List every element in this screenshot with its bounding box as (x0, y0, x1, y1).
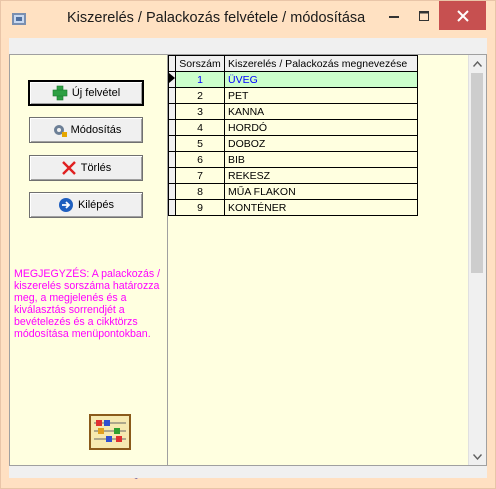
title-bar[interactable]: Kiszerelés / Palackozás felvétele / módo… (1, 1, 495, 38)
table-row[interactable]: 7 REKESZ (168, 167, 418, 184)
cell-name[interactable]: HORDÓ (224, 119, 418, 136)
row-pointer-icon (169, 73, 175, 83)
row-indicator (168, 151, 176, 168)
scroll-thumb[interactable] (471, 73, 483, 273)
delete-button[interactable]: Törlés (29, 155, 143, 181)
note-text: MEGJEGYZÉS: A palackozás / kiszerelés so… (14, 268, 161, 340)
table-row[interactable]: 5 DOBOZ (168, 135, 418, 152)
minimize-icon (389, 15, 399, 18)
chevron-down-icon (473, 453, 482, 460)
cell-num[interactable]: 6 (175, 151, 225, 168)
chevron-up-icon (473, 60, 482, 67)
cell-num[interactable]: 5 (175, 135, 225, 152)
row-indicator (168, 71, 176, 88)
table-row[interactable]: 3 KANNA (168, 103, 418, 120)
row-indicator (168, 199, 176, 216)
table-row[interactable]: 4 HORDÓ (168, 119, 418, 136)
row-indicator (168, 183, 176, 200)
scroll-down-button[interactable] (469, 448, 486, 465)
cell-num[interactable]: 3 (175, 103, 225, 120)
gear-icon (53, 125, 67, 137)
cell-name[interactable]: KANNA (224, 103, 418, 120)
minimize-button[interactable] (379, 1, 409, 30)
row-indicator-header (168, 55, 176, 72)
table-row[interactable]: 1 ÜVEG (168, 71, 418, 88)
column-header-name[interactable]: Kiszerelés / Palackozás megnevezése (224, 55, 418, 72)
status-bar (9, 466, 487, 478)
table-row[interactable]: 2 PET (168, 87, 418, 104)
app-icon (12, 13, 26, 25)
cell-num[interactable]: 7 (175, 167, 225, 184)
abacus-icon (89, 414, 131, 450)
table-row[interactable]: 9 KONTÉNER (168, 199, 418, 216)
new-item-button[interactable]: Új felvétel (28, 80, 144, 106)
row-indicator (168, 167, 176, 184)
maximize-icon (419, 10, 429, 21)
cell-name[interactable]: PET (224, 87, 418, 104)
red-x-icon (61, 161, 76, 175)
row-indicator (168, 87, 176, 104)
cell-num[interactable]: 8 (175, 183, 225, 200)
cell-name[interactable]: BIB (224, 151, 418, 168)
grid-header-row: Sorszám Kiszerelés / Palackozás megnevez… (168, 55, 418, 72)
cell-name[interactable]: DOBOZ (224, 135, 418, 152)
scroll-up-button[interactable] (469, 55, 486, 72)
cell-num[interactable]: 1 (175, 71, 225, 88)
column-header-sorszam[interactable]: Sorszám (175, 55, 225, 72)
window-title: Kiszerelés / Palackozás felvétele / módo… (67, 10, 366, 26)
exit-arrow-icon (58, 198, 73, 212)
table-row[interactable]: 6 BIB (168, 151, 418, 168)
grid-panel: Sorszám Kiszerelés / Palackozás megnevez… (167, 54, 487, 466)
exit-label: Kilépés (77, 199, 115, 211)
vertical-scrollbar[interactable] (468, 55, 486, 465)
delete-label: Törlés (80, 162, 112, 174)
row-indicator (168, 135, 176, 152)
row-indicator (168, 119, 176, 136)
new-item-label: Új felvétel (71, 87, 121, 99)
cell-name[interactable]: REKESZ (224, 167, 418, 184)
edit-label: Módosítás (70, 124, 122, 136)
cell-num[interactable]: 4 (175, 119, 225, 136)
client-area: Új felvétel Módosítás Törlés Kilépés MEG… (9, 38, 487, 480)
app-window: Kiszerelés / Palackozás felvétele / módo… (0, 0, 496, 489)
close-icon (456, 9, 469, 22)
exit-button[interactable]: Kilépés (29, 192, 143, 218)
data-grid: Sorszám Kiszerelés / Palackozás megnevez… (168, 55, 418, 216)
plus-icon (52, 85, 68, 101)
edit-button[interactable]: Módosítás (29, 117, 143, 143)
cell-num[interactable]: 2 (175, 87, 225, 104)
left-panel: Új felvétel Módosítás Törlés Kilépés MEG… (9, 54, 169, 480)
maximize-button[interactable] (409, 1, 439, 30)
close-button[interactable] (439, 1, 486, 30)
cell-name[interactable]: ÜVEG (224, 71, 418, 88)
cell-num[interactable]: 9 (175, 199, 225, 216)
cell-name[interactable]: KONTÉNER (224, 199, 418, 216)
table-row[interactable]: 8 MŰA FLAKON (168, 183, 418, 200)
cell-name[interactable]: MŰA FLAKON (224, 183, 418, 200)
row-indicator (168, 103, 176, 120)
